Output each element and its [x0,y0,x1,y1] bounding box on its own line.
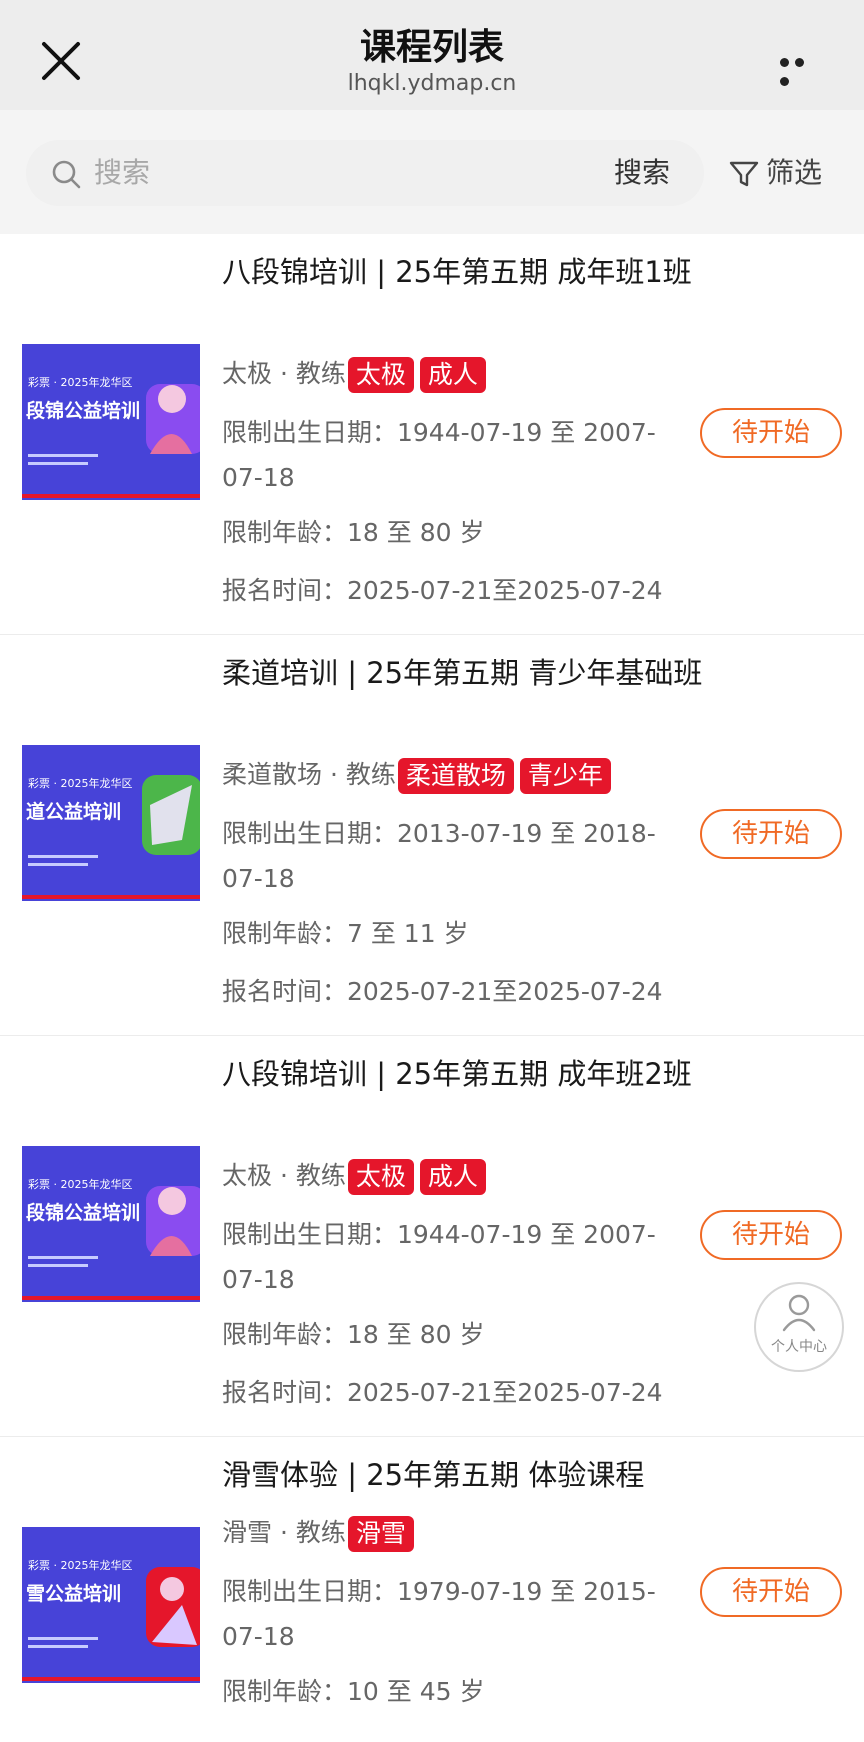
course-card[interactable]: 彩票 · 2025年龙华区 道公益培训 柔道培训 | 25年第五期 青少年基础班… [0,635,864,1036]
age-range: 限制年龄：18 至 80 岁 [222,518,485,547]
birth-range: 限制出生日期：2013-07-19 至 2018-07-18 [222,819,656,893]
course-tag: 成人 [419,357,486,393]
status-button[interactable]: 待开始 [700,408,842,458]
signup-time: 报名时间：2025-07-21至2025-07-24 [222,977,663,1006]
course-meta: 滑雪 · 教练 滑雪 [222,1513,414,1553]
thumbnail-small-text: 彩票 · 2025年龙华区 [28,1178,133,1191]
age-range: 限制年龄：7 至 11 岁 [222,919,469,948]
course-list: 彩票 · 2025年龙华区 段锦公益培训 八段锦培训 | 25年第五期 成年班1… [0,234,864,1737]
more-dots-icon[interactable] [780,52,824,86]
top-nav-bar: 课程列表 lhqkl.ydmap.cn [0,0,864,110]
course-meta: 太极 · 教练 太极 成人 [222,1156,486,1196]
course-category: 太极 [222,359,273,388]
thumbnail-text: 段锦公益培训 [26,1202,141,1224]
course-card[interactable]: 彩票 · 2025年龙华区 雪公益培训 滑雪体验 | 25年第五期 体验课程 滑… [0,1437,864,1737]
coach-label: 教练 [345,760,396,789]
thumbnail-text: 雪公益培训 [26,1583,122,1605]
filter-label: 筛选 [766,156,823,189]
course-category: 太极 [222,1161,273,1190]
thumbnail-text: 道公益培训 [26,801,122,823]
course-meta: 太极 · 教练 太极 成人 [222,354,486,394]
status-button[interactable]: 待开始 [700,809,842,859]
status-button[interactable]: 待开始 [700,1210,842,1260]
filter-icon [729,161,759,187]
coach-label: 教练 [295,359,346,388]
course-title: 八段锦培训 | 25年第五期 成年班2班 [222,1057,692,1091]
search-placeholder: 搜索 [94,156,151,189]
course-card[interactable]: 彩票 · 2025年龙华区 段锦公益培训 八段锦培训 | 25年第五期 成年班2… [0,1036,864,1437]
search-icon [52,160,81,189]
course-tag: 成人 [419,1159,486,1195]
personal-center-label: 个人中心 [771,1339,827,1355]
age-range: 限制年龄：18 至 80 岁 [222,1320,485,1349]
filter-button[interactable]: 筛选 [728,154,848,194]
age-range: 限制年龄：10 至 45 岁 [222,1677,485,1706]
course-tag: 太极 [347,357,414,393]
course-thumbnail: 彩票 · 2025年龙华区 段锦公益培训 [22,344,200,516]
signup-time: 报名时间：2025-07-21至2025-07-24 [222,1378,663,1407]
birth-range: 限制出生日期：1979-07-19 至 2015-07-18 [222,1577,656,1651]
course-category: 柔道散场 [222,760,323,789]
birth-range: 限制出生日期：1944-07-19 至 2007-07-18 [222,418,656,492]
coach-label: 教练 [295,1161,346,1190]
page-title: 课程列表 [359,27,504,68]
search-input[interactable]: 搜索 搜索 [26,140,704,206]
course-thumbnail: 彩票 · 2025年龙华区 段锦公益培训 [22,1146,200,1318]
course-tag: 柔道散场 [397,758,514,794]
status-button[interactable]: 待开始 [700,1567,842,1617]
course-tag: 滑雪 [347,1516,414,1552]
course-card[interactable]: 彩票 · 2025年龙华区 段锦公益培训 八段锦培训 | 25年第五期 成年班1… [0,234,864,635]
user-icon [782,1294,816,1332]
course-thumbnail: 彩票 · 2025年龙华区 道公益培训 [22,745,200,917]
search-area: 搜索 搜索 筛选 [0,110,864,234]
thumbnail-small-text: 彩票 · 2025年龙华区 [28,1559,133,1572]
signup-time: 报名时间：2025-07-21至2025-07-24 [222,576,663,605]
course-title: 柔道培训 | 25年第五期 青少年基础班 [222,656,703,690]
thumbnail-small-text: 彩票 · 2025年龙华区 [28,376,133,389]
course-thumbnail: 彩票 · 2025年龙华区 雪公益培训 [22,1527,200,1699]
course-title: 八段锦培训 | 25年第五期 成年班1班 [222,255,692,289]
birth-range: 限制出生日期：1944-07-19 至 2007-07-18 [222,1220,656,1294]
personal-center-button[interactable]: 个人中心 [754,1282,844,1372]
course-title: 滑雪体验 | 25年第五期 体验课程 [222,1458,645,1492]
course-tag: 青少年 [519,758,611,794]
page-domain: lhqkl.ydmap.cn [347,71,517,96]
thumbnail-small-text: 彩票 · 2025年龙华区 [28,777,133,790]
coach-label: 教练 [295,1518,346,1547]
search-button[interactable]: 搜索 [614,154,670,192]
course-category: 滑雪 [222,1518,273,1547]
course-meta: 柔道散场 · 教练 柔道散场 青少年 [222,755,611,795]
course-tag: 太极 [347,1159,414,1195]
thumbnail-text: 段锦公益培训 [26,400,141,422]
